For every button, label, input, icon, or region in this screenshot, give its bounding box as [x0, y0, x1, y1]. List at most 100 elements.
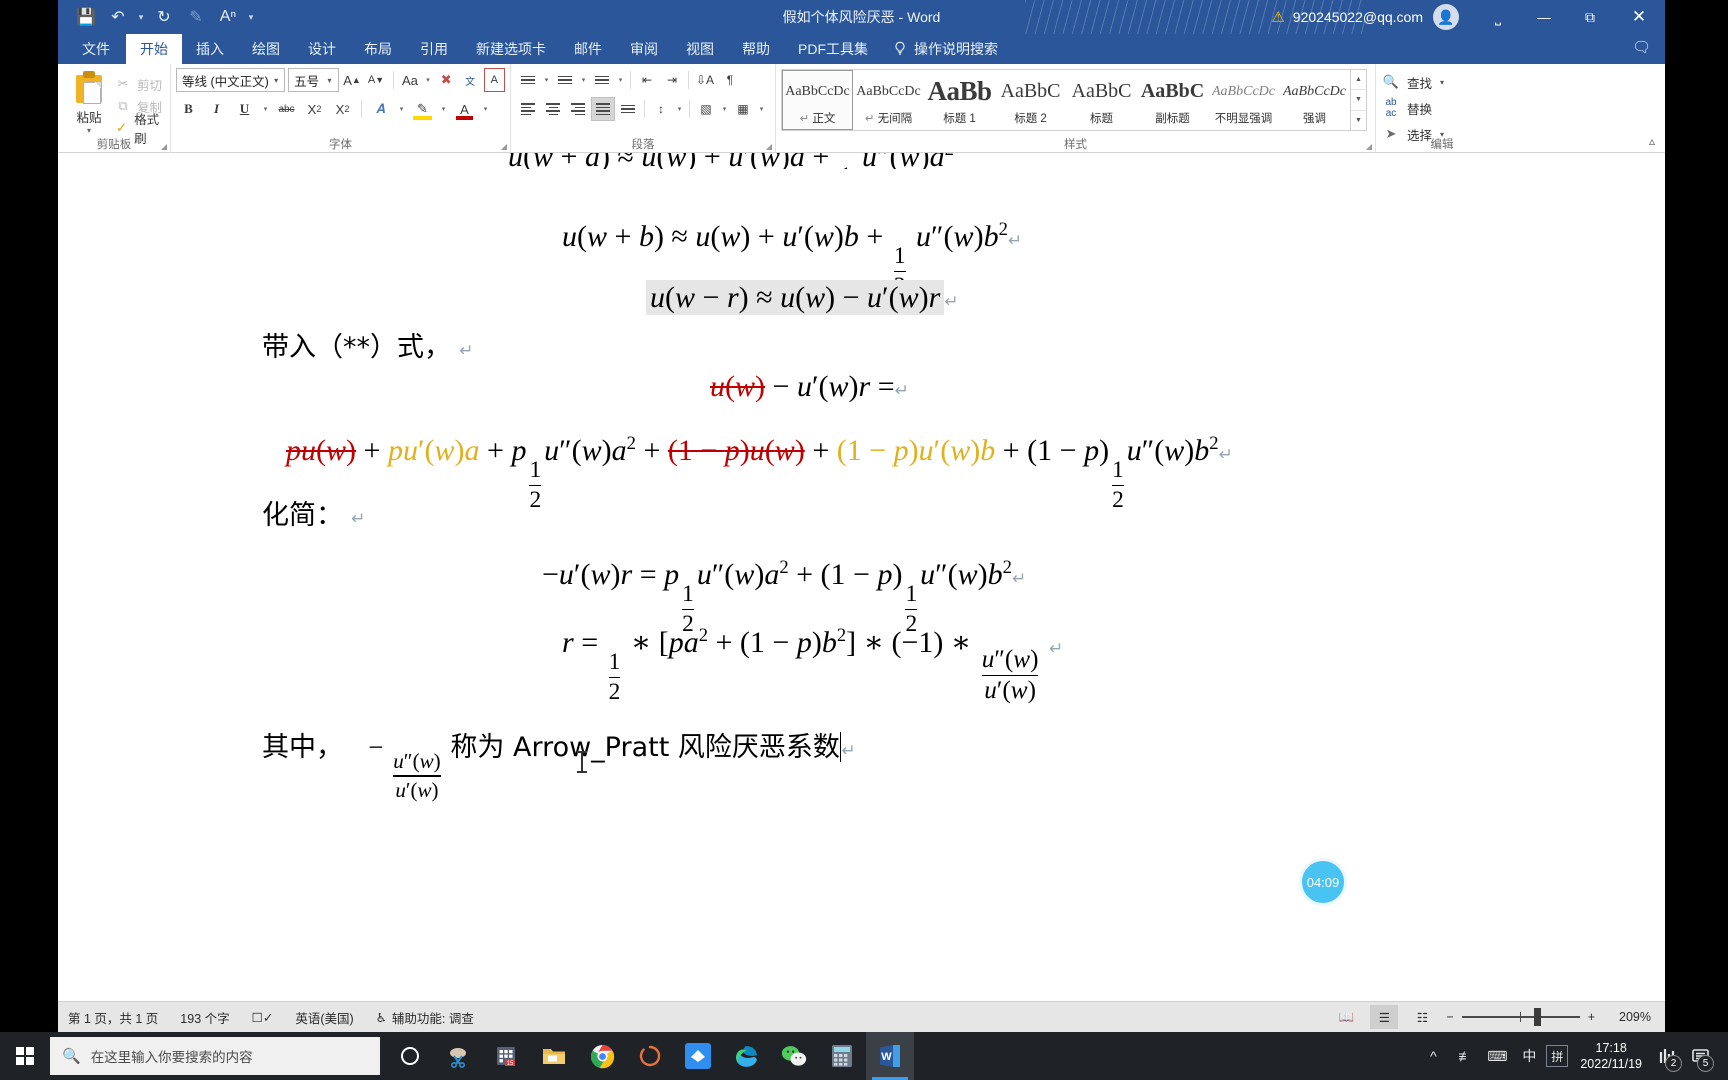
- tab-design[interactable]: 设计: [294, 34, 350, 64]
- snipping-tool-icon[interactable]: [434, 1032, 482, 1080]
- clipboard-dialog-launcher-icon[interactable]: ◢: [161, 142, 167, 151]
- tab-home[interactable]: 开始: [126, 34, 182, 64]
- bullets-icon[interactable]: [516, 68, 540, 92]
- style-item-heading1[interactable]: AaBb 标题 1: [924, 70, 995, 130]
- calculator-icon[interactable]: [818, 1032, 866, 1080]
- tab-insert[interactable]: 插入: [182, 34, 238, 64]
- tab-new-tab[interactable]: 新建选项卡: [462, 34, 560, 64]
- replace-command[interactable]: ab ac 替换: [1381, 95, 1503, 121]
- print-layout-view-button[interactable]: ☰: [1370, 1005, 1399, 1029]
- taskbar-clock[interactable]: 17:18 2022/11/19: [1570, 1032, 1652, 1080]
- network-activity-icon[interactable]: 2: [1654, 1032, 1684, 1080]
- subscript-icon[interactable]: X2: [302, 97, 327, 121]
- underline-icon[interactable]: U: [232, 97, 257, 121]
- numbering-icon[interactable]: [553, 68, 577, 92]
- sort-icon[interactable]: ⇩A: [693, 68, 717, 92]
- align-right-icon[interactable]: [566, 97, 590, 121]
- page-count[interactable]: 第 1 页，共 1 页: [68, 1008, 158, 1027]
- superscript-icon[interactable]: X2: [330, 97, 355, 121]
- style-item-heading2[interactable]: AaBbC 标题 2: [995, 70, 1066, 130]
- styles-scroll-down-icon[interactable]: ▼: [1351, 90, 1366, 111]
- close-button[interactable]: ✕: [1613, 0, 1665, 34]
- comments-icon[interactable]: 🗨: [1632, 38, 1651, 56]
- styles-dialog-launcher-icon[interactable]: ◢: [1366, 142, 1372, 151]
- zoom-out-button[interactable]: −: [1446, 1010, 1453, 1024]
- clear-formatting-icon[interactable]: ✖: [436, 68, 457, 92]
- phonetic-guide-icon[interactable]: 文: [460, 68, 481, 92]
- style-item-title[interactable]: AaBbC 标题: [1066, 70, 1137, 130]
- align-center-icon[interactable]: [541, 97, 565, 121]
- text-simplify-line[interactable]: 化简： ↵: [262, 493, 365, 532]
- font-color-icon[interactable]: A: [452, 97, 477, 121]
- zoom-in-button[interactable]: +: [1588, 1010, 1595, 1024]
- style-item-no-spacing[interactable]: AaBbCcDc ↵ 无间隔: [853, 70, 924, 130]
- text-effects-caret-icon[interactable]: ▾: [396, 105, 407, 113]
- zoom-level[interactable]: 209%: [1605, 1010, 1651, 1024]
- highlight-caret-icon[interactable]: ▾: [438, 105, 449, 113]
- account-email[interactable]: 920245022@qq.com: [1293, 9, 1423, 25]
- underline-caret-icon[interactable]: ▾: [260, 105, 271, 113]
- italic-icon[interactable]: I: [204, 97, 229, 121]
- tab-references[interactable]: 引用: [406, 34, 462, 64]
- ribbon-display-options-icon[interactable]: ⎵: [1475, 0, 1521, 34]
- show-formatting-marks-icon[interactable]: ¶: [718, 68, 742, 92]
- word-count[interactable]: 193 个字: [180, 1008, 229, 1027]
- tab-draw[interactable]: 绘图: [238, 34, 294, 64]
- text-arrow-pratt-line[interactable]: 其中， − u″(w) u′(w) 称为 Arrow_Pratt 风险厌恶系数↵: [262, 725, 856, 803]
- zoom-thumb[interactable]: [1533, 1008, 1541, 1026]
- font-dialog-launcher-icon[interactable]: ◢: [501, 142, 507, 151]
- paste-caret-icon[interactable]: ▾: [87, 126, 91, 136]
- collapse-ribbon-icon[interactable]: ▵: [1649, 134, 1655, 148]
- tab-pdf-tools[interactable]: PDF工具集: [784, 34, 882, 64]
- minimize-button[interactable]: —: [1521, 0, 1567, 34]
- style-item-emphasis[interactable]: AaBbCcDc 强调: [1279, 70, 1350, 130]
- equation-expansion[interactable]: pu(w) + pu′(w)a + p 1 2 u″(w)a2 + (1 − p)u(…: [286, 433, 1233, 514]
- equation-lhs[interactable]: u(w) − u′(w)r =↵: [710, 370, 909, 404]
- font-size-caret-icon[interactable]: ▾: [325, 76, 335, 85]
- equation-taylor-r[interactable]: u(w − r) ≈ u(w) − u′(w)r ↵: [646, 280, 959, 315]
- zoom-track[interactable]: [1461, 1008, 1580, 1026]
- shading-icon[interactable]: ▧: [694, 97, 718, 121]
- cut-command[interactable]: ✂ 剪切: [115, 73, 165, 95]
- font-name-caret-icon[interactable]: ▾: [271, 76, 281, 85]
- bold-icon[interactable]: B: [176, 97, 201, 121]
- change-case-icon[interactable]: Aa: [399, 68, 420, 92]
- microsoft-word-icon[interactable]: W: [866, 1032, 914, 1080]
- styles-more-icon[interactable]: ▼: [1351, 111, 1366, 130]
- tab-mailings[interactable]: 邮件: [560, 34, 616, 64]
- equation-r[interactable]: r = 12 ∗ [pa2 + (1 − p)b2] ∗ (−1) ∗ u″(w…: [562, 625, 1063, 706]
- multilevel-list-icon[interactable]: [590, 68, 614, 92]
- recording-timer-badge[interactable]: 04:09: [1299, 858, 1347, 906]
- font-name-input[interactable]: 等线 (中文正文) ▾: [176, 68, 286, 92]
- text-highlight-icon[interactable]: ✎: [410, 97, 435, 121]
- borders-icon[interactable]: ▦: [731, 97, 755, 121]
- strikethrough-icon[interactable]: abc: [274, 97, 299, 121]
- tab-layout[interactable]: 布局: [350, 34, 406, 64]
- shading-caret-icon[interactable]: ▾: [719, 105, 730, 113]
- web-layout-view-button[interactable]: ☷: [1408, 1005, 1436, 1029]
- accessibility-status[interactable]: ♿ 辅助功能: 调查: [376, 1008, 474, 1027]
- tell-me-search[interactable]: 操作说明搜索: [882, 34, 1008, 64]
- style-item-subtitle[interactable]: AaBbC 副标题: [1137, 70, 1208, 130]
- tab-view[interactable]: 视图: [672, 34, 728, 64]
- change-case-caret-icon[interactable]: ▾: [423, 76, 432, 84]
- windows-start-icon[interactable]: [0, 1032, 50, 1080]
- ime-pinyin-icon[interactable]: 拼: [1546, 1045, 1569, 1067]
- proofing-errors-icon[interactable]: ☐✓: [252, 1010, 274, 1025]
- microsoft-edge-icon[interactable]: [722, 1032, 770, 1080]
- find-command[interactable]: 🔍 查找 ▾: [1381, 69, 1503, 95]
- numbering-caret-icon[interactable]: ▾: [578, 76, 589, 84]
- text-substitute-line[interactable]: 带入（**）式， ↵: [262, 325, 473, 364]
- equation-partial-top[interactable]: u(w + a) ≈ u(w) + u′(w)a + 12 u″(w)a2: [508, 153, 954, 169]
- google-chrome-icon[interactable]: [578, 1032, 626, 1080]
- decrease-indent-icon[interactable]: ⇤: [635, 68, 659, 92]
- align-left-icon[interactable]: [516, 97, 540, 121]
- line-spacing-icon[interactable]: ↕: [649, 97, 673, 121]
- read-mode-view-button[interactable]: 📖: [1332, 1005, 1360, 1029]
- user-avatar-icon[interactable]: 👤: [1433, 4, 1459, 30]
- settings-sliders-icon[interactable]: ≢: [1450, 1032, 1480, 1080]
- text-effects-icon[interactable]: 𝑨: [368, 97, 393, 121]
- shrink-font-icon[interactable]: A ▼: [366, 68, 387, 92]
- keyboard-icon[interactable]: ⌨: [1482, 1032, 1512, 1080]
- distribute-icon[interactable]: [616, 97, 640, 121]
